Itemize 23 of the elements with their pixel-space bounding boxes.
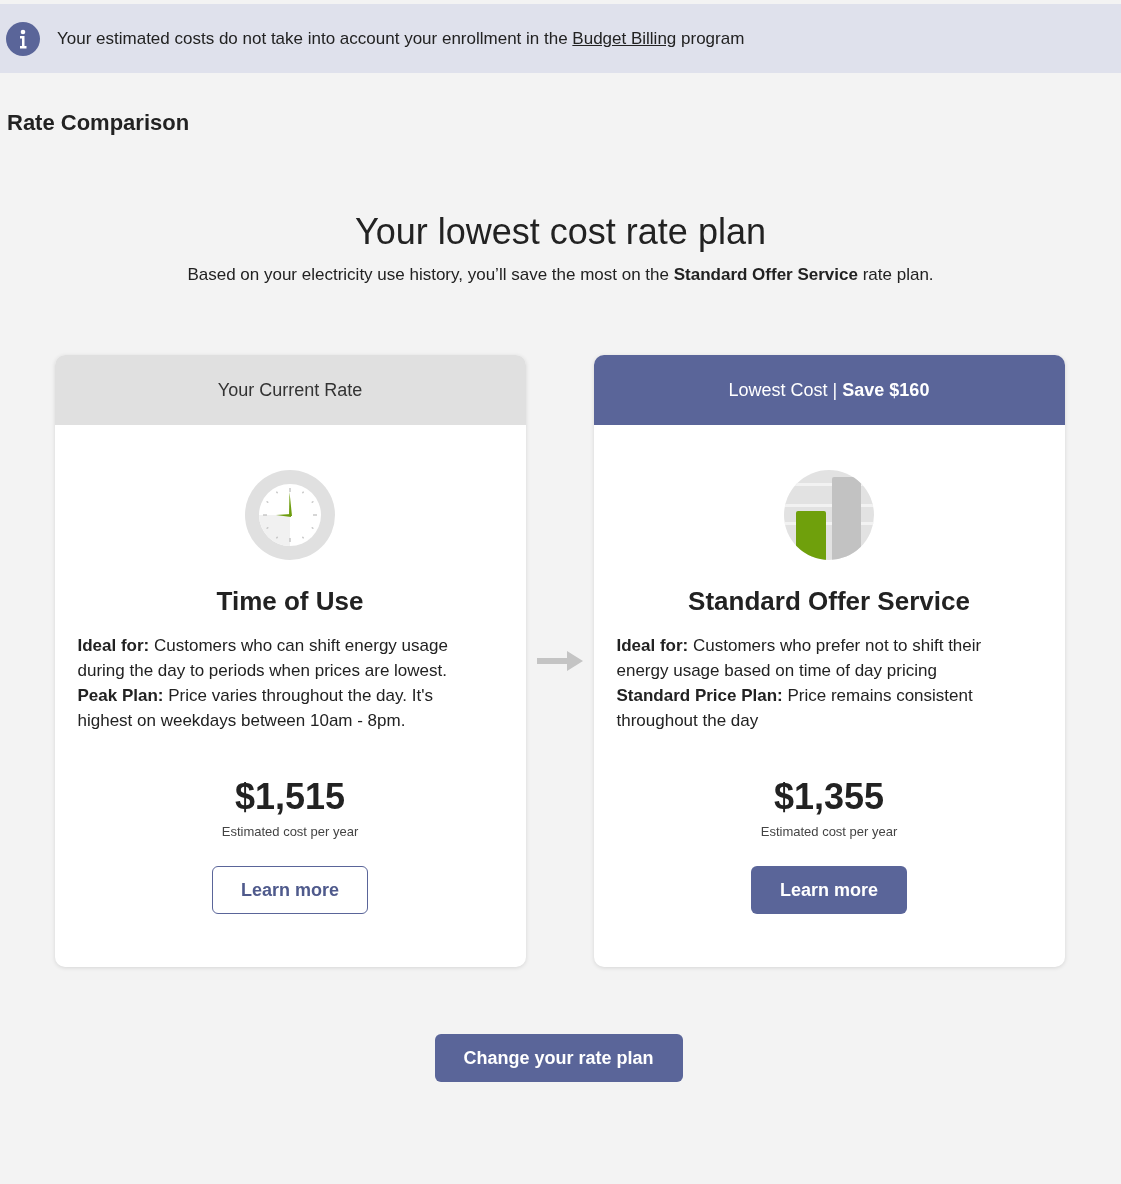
subheadline: Based on your electricity use history, you’ll save the most on the Standard Offer Service rate plan. <box>186 265 935 285</box>
learn-more-button[interactable]: Learn more <box>212 866 368 914</box>
banner-message: Your estimated costs do not take into account your enrollment in the Budget Billing program <box>57 28 745 49</box>
plan-name: Time of Use <box>216 586 364 617</box>
card-header-text: Your Current Rate <box>217 379 363 401</box>
page-title: Rate Comparison <box>7 110 191 136</box>
plan-description: Ideal for: Customers who prefer not to shift their energy usage based on time of day pricing <box>616 635 983 682</box>
card-header-text: Lowest Cost | Save $160 <box>728 379 930 401</box>
price-note: Estimated cost per year <box>221 824 359 839</box>
plan-description: Ideal for: Customers who can shift energy usage during the day to periods when prices are lowest. <box>77 635 449 682</box>
price-note: Estimated cost per year <box>760 824 898 839</box>
plan-name: Standard Offer Service <box>688 586 970 617</box>
arrow-icon <box>536 651 583 671</box>
price: $1,355 <box>773 776 885 818</box>
budget-billing-link[interactable]: Budget Billing <box>572 28 677 48</box>
plan-description: Standard Price Plan: Price remains consistent throughout the day <box>616 685 974 732</box>
info-icon <box>6 21 40 56</box>
clock-icon <box>245 470 335 560</box>
change-rate-plan-button[interactable]: Change your rate plan <box>434 1034 683 1082</box>
plan-description: Peak Plan: Price varies throughout the day. It's highest on weekdays between 10am - 8pm. <box>77 685 434 732</box>
price: $1,515 <box>234 776 346 818</box>
learn-more-button[interactable]: Learn more <box>751 866 907 914</box>
headline: Your lowest cost rate plan <box>354 211 767 253</box>
